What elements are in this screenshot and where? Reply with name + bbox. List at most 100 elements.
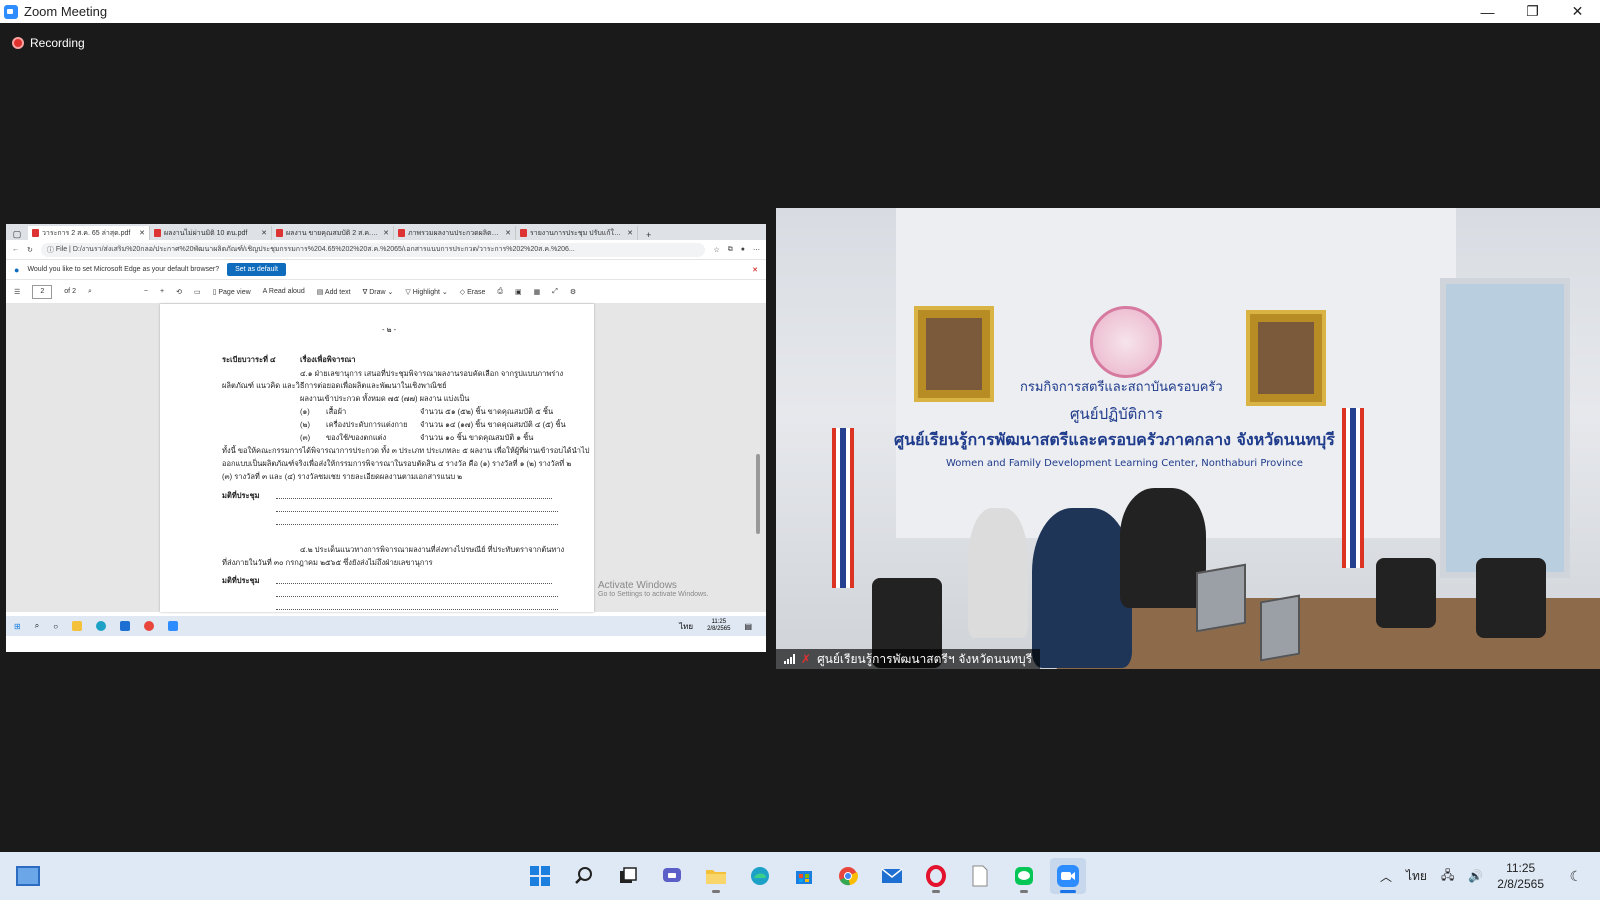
prompt-text: Would you like to set Microsoft Edge as … [27, 266, 220, 273]
cortana-icon: ○ [53, 621, 59, 631]
search-icon[interactable]: ⌕ [88, 288, 92, 296]
notepad-button[interactable] [962, 858, 998, 894]
save-icon[interactable]: ▣ [515, 288, 522, 296]
tab-close-icon[interactable]: ✕ [627, 229, 633, 237]
edge-button[interactable] [742, 858, 778, 894]
info-icon: ⓘ [46, 246, 56, 254]
edge-icon [96, 621, 107, 631]
tab-close-icon[interactable]: ✕ [505, 229, 511, 237]
chair [1476, 558, 1546, 638]
widgets-icon[interactable] [16, 866, 40, 886]
start-button[interactable] [522, 858, 558, 894]
file-explorer-button[interactable] [698, 858, 734, 894]
zoom-button[interactable] [1050, 858, 1086, 894]
zoom-in-icon[interactable]: + [160, 288, 164, 295]
fullscreen-icon[interactable]: ⤢ [552, 288, 558, 296]
chrome-icon [144, 621, 155, 631]
focus-assist-icon[interactable]: ☾ [1569, 868, 1582, 885]
search-button[interactable] [566, 858, 602, 894]
task-view-button[interactable] [610, 858, 646, 894]
browser-tab[interactable]: รายงานการประชุม ปรับแก้ใน.pdf ✕ [516, 226, 638, 240]
erase-button[interactable]: ◇ Erase [460, 288, 486, 296]
line-button[interactable] [1006, 858, 1042, 894]
browser-tab[interactable]: ผลงานไม่ผ่านมิติ 10 ตน.pdf ✕ [150, 226, 272, 240]
recording-indicator[interactable]: Recording [12, 36, 85, 50]
default-browser-prompt: ● Would you like to set Microsoft Edge a… [6, 260, 766, 280]
print-icon[interactable]: ⎙ [497, 288, 503, 296]
minimize-button[interactable]: — [1465, 0, 1510, 23]
contents-icon[interactable]: ☰ [14, 288, 20, 296]
edge-icon: ● [14, 264, 20, 275]
read-aloud-button[interactable]: A Read aloud [263, 288, 305, 295]
draw-button[interactable]: ∇ Draw ⌄ [363, 288, 394, 296]
pdf-icon [520, 229, 527, 237]
teams-chat-button[interactable] [654, 858, 690, 894]
highlight-button[interactable]: ▽ Highlight ⌄ [405, 288, 447, 296]
fit-icon[interactable]: ▭ [194, 288, 201, 296]
refresh-icon[interactable]: ↻ [27, 246, 33, 254]
set-default-button[interactable]: Set as default [227, 263, 286, 276]
restore-button[interactable]: ❐ [1510, 0, 1555, 23]
laptop [1196, 563, 1246, 633]
more-icon[interactable]: ⋯ [753, 246, 760, 254]
opera-button[interactable] [918, 858, 954, 894]
chrome-button[interactable] [830, 858, 866, 894]
rotate-icon[interactable]: ⟲ [176, 288, 182, 296]
tab-close-icon[interactable]: ✕ [261, 229, 267, 237]
back-icon[interactable]: ← [12, 246, 19, 253]
dotted-line [276, 609, 558, 610]
zoom-icon [1057, 865, 1079, 887]
save-as-icon[interactable]: ▦ [534, 288, 541, 296]
page-number-input[interactable]: 2 [32, 284, 53, 299]
close-button[interactable]: ✕ [1555, 0, 1600, 23]
tab-actions-icon[interactable]: ▢ [6, 229, 28, 240]
windows-taskbar: ︿ ไทย 🖧 🔊 11:25 2/8/2565 ☾ [0, 852, 1600, 900]
page-view-button[interactable]: ▯ Page view [213, 288, 251, 296]
clock[interactable]: 11:25 2/8/2565 [1497, 860, 1544, 892]
recording-label: Recording [30, 36, 85, 50]
portrait-frame-left [914, 306, 994, 402]
participant-video[interactable]: กรมกิจการสตรีและสถาบันครอบครัว ศูนย์ปฏิบ… [776, 208, 1600, 669]
address-bar: ← ↻ ⓘ File | D:/งานรา/ส่งเสริม%20กลอ/ประ… [6, 240, 766, 260]
store-button[interactable] [786, 858, 822, 894]
collections-icon[interactable]: ⧉ [728, 246, 733, 254]
zoom-title-bar: Zoom Meeting — ❐ ✕ [0, 0, 1600, 23]
show-hidden-icons-icon[interactable]: ︿ [1380, 868, 1392, 885]
close-prompt-icon[interactable]: ✕ [752, 266, 758, 274]
signal-strength-icon [784, 654, 795, 664]
input-language[interactable]: ไทย [1406, 867, 1427, 886]
add-text-button[interactable]: ▤ Add text [317, 288, 351, 296]
shared-screen[interactable]: ▢ วาระการ 2 ส.ค. 65 ล่าสุด.pdf ✕ ผลงานไม… [6, 224, 766, 652]
search-icon [575, 867, 592, 884]
pdf-toolbar: ☰ 2 of 2 ⌕ − + ⟲ ▭ ▯ Page view A Read al… [6, 280, 766, 304]
url-field[interactable]: ⓘ File | D:/งานรา/ส่งเสริม%20กลอ/ประกาศ%… [40, 242, 706, 257]
thai-flag-right [1342, 408, 1364, 568]
tab-close-icon[interactable]: ✕ [139, 229, 145, 237]
participant-person [1120, 488, 1206, 608]
settings-icon[interactable]: ⚙ [570, 288, 576, 296]
task-view-icon [620, 867, 637, 883]
browser-tab[interactable]: ผลงาน ขายคุณสมบัติ 2 ส.ค.pdf ✕ [272, 226, 394, 240]
scrollbar[interactable] [756, 454, 760, 534]
browser-tab[interactable]: ภาพรวมผลงานประกวดผลิตภัณฑ์ 2 ✕ [394, 226, 516, 240]
mail-button[interactable] [874, 858, 910, 894]
pdf-viewer[interactable]: - ๒ - ระเบียบวาระที่ ๔ เรื่องเพื่อพิจารณ… [6, 304, 766, 612]
volume-icon[interactable]: 🔊 [1468, 869, 1483, 883]
dotted-line [276, 524, 558, 525]
start-icon: ⊞ [14, 621, 21, 631]
browser-tab[interactable]: วาระการ 2 ส.ค. 65 ล่าสุด.pdf ✕ [28, 226, 150, 240]
profile-icon[interactable]: ● [741, 246, 745, 253]
new-tab-button[interactable]: + [638, 230, 659, 240]
start-icon [530, 866, 550, 886]
system-tray: ︿ ไทย 🖧 🔊 11:25 2/8/2565 [1380, 852, 1544, 900]
favorites-icon[interactable]: ☆ [713, 246, 719, 254]
tab-close-icon[interactable]: ✕ [383, 229, 389, 237]
participant-person [968, 508, 1028, 638]
pdf-icon [398, 229, 405, 237]
network-icon[interactable]: 🖧 [1441, 866, 1454, 887]
file-explorer-icon [72, 621, 83, 631]
tray-clock: 11:25 2/8/2565 [707, 619, 731, 632]
zoom-out-icon[interactable]: − [144, 288, 148, 295]
pdf-icon [32, 229, 39, 237]
dotted-line [276, 583, 552, 584]
